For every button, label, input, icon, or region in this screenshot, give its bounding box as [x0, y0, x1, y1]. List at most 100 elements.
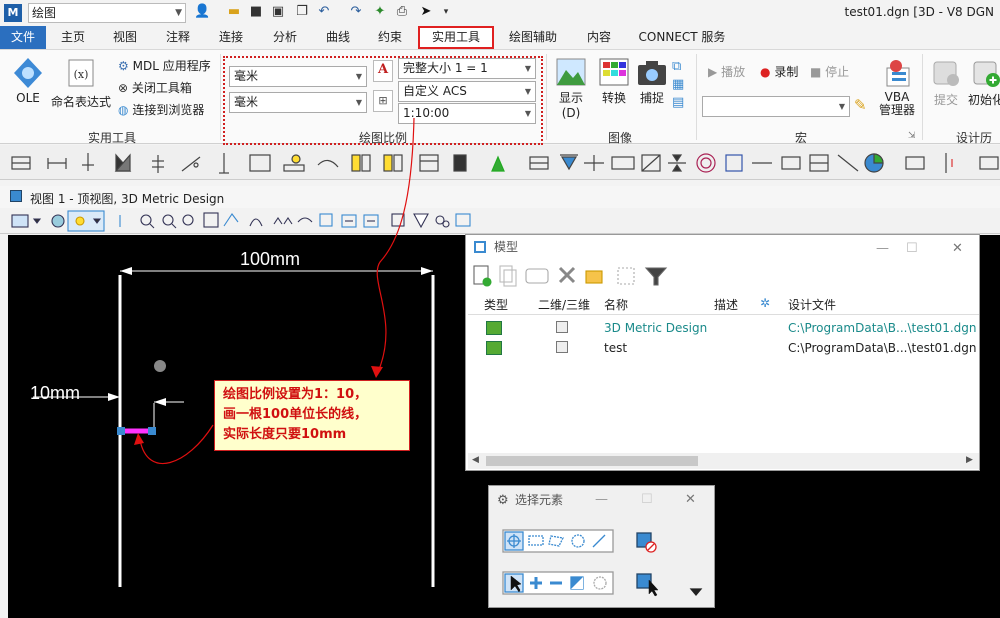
image-small-tools[interactable]: ⧉ ▦ ▤: [672, 58, 684, 112]
tab-analyze[interactable]: 分析: [262, 26, 308, 49]
globe-icon: ◍: [118, 103, 129, 117]
close-toolbox-button[interactable]: ⊗ 关闭工具箱: [118, 80, 192, 96]
scroll-thumb[interactable]: [486, 456, 698, 466]
scale-lock-icon[interactable]: ⊞: [373, 90, 393, 112]
stop-button[interactable]: ■ 停止: [810, 64, 849, 80]
save-all-icon[interactable]: ▣: [270, 4, 286, 20]
select-element-dialog: ⚙ 选择元素 — ☐ ✕: [488, 485, 715, 608]
select-tool-icon: ⚙: [497, 493, 509, 508]
model-file: C:\ProgramData\B...\test01.dgn: [788, 321, 977, 335]
close-button[interactable]: ✕: [952, 241, 963, 256]
macro-combo[interactable]: ▼: [702, 96, 850, 117]
chevron-down-icon: ▼: [175, 8, 182, 18]
tab-drawing-aids[interactable]: 绘图辅助: [500, 26, 566, 49]
open-folder-icon[interactable]: ▬: [226, 4, 242, 20]
text-scale-icon[interactable]: A: [373, 60, 393, 82]
display-image-button[interactable]: 显示(D): [550, 58, 592, 120]
select-tools[interactable]: [489, 514, 716, 609]
workspace-selector[interactable]: 绘图 ▼: [28, 3, 186, 23]
close-button[interactable]: ✕: [685, 492, 696, 507]
model-window-icon: [474, 241, 486, 253]
submit-button[interactable]: 提交: [928, 58, 964, 108]
view-tool-icons[interactable]: [0, 208, 480, 234]
chevron-down-icon: ▼: [355, 98, 362, 107]
scroll-right-icon[interactable]: ▶: [966, 455, 973, 465]
print-icon[interactable]: ⎙: [394, 4, 410, 20]
horizontal-scrollbar[interactable]: ◀ ▶: [468, 453, 979, 469]
model-name: test: [604, 341, 628, 355]
stop-icon: ■: [810, 65, 822, 79]
user-icon[interactable]: 👤: [194, 4, 210, 20]
customize-dropdown-icon[interactable]: ▾: [438, 4, 454, 20]
connect-browser-button[interactable]: ◍ 连接到浏览器: [118, 102, 204, 118]
capture-label: 捕捉: [639, 91, 664, 105]
col-design-file[interactable]: 设计文件: [788, 296, 836, 313]
table-row[interactable]: test C:\ProgramData\B...\test01.dgn: [468, 339, 979, 359]
init-label: 初始化: [967, 93, 1000, 107]
scale-fullsize-combo[interactable]: 完整大小 1 = 1 ▼: [398, 58, 536, 79]
tab-annotate[interactable]: 注释: [155, 26, 201, 49]
scale-ratio-combo[interactable]: 1:10:00 ▼: [398, 103, 536, 124]
tab-connect[interactable]: 连接: [208, 26, 254, 49]
play-button[interactable]: ▶ 播放: [708, 64, 745, 80]
window-title: test01.dgn [3D - V8 DGN: [844, 5, 994, 19]
acs-value: 自定义 ACS: [403, 84, 467, 98]
minimize-button[interactable]: —: [876, 241, 889, 256]
gear-icon: ⚙: [118, 59, 129, 73]
save-icon[interactable]: ■: [248, 4, 264, 20]
capture-image-button[interactable]: 捕捉: [636, 58, 668, 106]
unit-combo-2-value: 毫米: [234, 95, 259, 109]
vba-manager-button[interactable]: VBA 管理器: [876, 58, 918, 117]
model-file: C:\ProgramData\B...\test01.dgn: [788, 341, 977, 355]
col-settings-icon[interactable]: ✲: [760, 296, 770, 310]
scroll-left-icon[interactable]: ◀: [472, 455, 479, 465]
expression-icon: (x): [68, 59, 94, 87]
convert-image-button[interactable]: 转换: [598, 58, 630, 106]
note-line-3: 实际长度只要10mm: [223, 427, 347, 442]
tab-constraints[interactable]: 约束: [367, 26, 413, 49]
chevron-down-icon: ▼: [355, 72, 362, 81]
named-expression-button[interactable]: (x) 命名表达式: [50, 58, 112, 110]
unit-combo-1[interactable]: 毫米 ▼: [229, 66, 367, 87]
undo-icon[interactable]: ↶: [316, 4, 332, 20]
maximize-button[interactable]: ☐: [906, 241, 918, 256]
edit-pencil-icon[interactable]: ✎: [854, 96, 867, 114]
unit-combo-2[interactable]: 毫米 ▼: [229, 92, 367, 113]
table-row[interactable]: 3D Metric Design C:\ProgramData\B...\tes…: [468, 319, 979, 339]
vba-label-line2: 管理器: [878, 103, 915, 117]
col-2d3d[interactable]: 二维/三维: [538, 296, 590, 313]
tab-curves[interactable]: 曲线: [315, 26, 361, 49]
view-toolbar: [0, 208, 1000, 234]
maximize-button[interactable]: ☐: [641, 492, 653, 507]
init-button[interactable]: 初始化: [966, 58, 1000, 108]
col-type[interactable]: 类型: [484, 296, 508, 313]
ole-button[interactable]: OLE: [8, 56, 48, 105]
col-name[interactable]: 名称: [604, 296, 628, 313]
tab-connect-services[interactable]: CONNECT 服务: [634, 26, 730, 49]
copy-icon[interactable]: ❐: [294, 4, 310, 20]
model-toolbar-icons[interactable]: [466, 261, 979, 291]
tab-content[interactable]: 内容: [576, 26, 622, 49]
pin-icon[interactable]: ✦: [372, 4, 388, 20]
tab-file[interactable]: 文件: [0, 26, 46, 49]
tab-home[interactable]: 主页: [50, 26, 96, 49]
acs-combo[interactable]: 自定义 ACS ▼: [398, 81, 536, 102]
chevron-down-icon: ▼: [524, 64, 531, 73]
record-button[interactable]: ● 录制: [760, 64, 798, 80]
note-line-1: 绘图比例设置为1：10，: [223, 387, 368, 402]
redo-icon[interactable]: ↷: [348, 4, 364, 20]
tab-utilities[interactable]: 实用工具: [418, 26, 494, 49]
submit-icon: [933, 61, 959, 86]
dialog-launcher-icon[interactable]: ⇲: [908, 131, 916, 141]
cube-icon: [556, 321, 568, 333]
tab-view[interactable]: 视图: [102, 26, 148, 49]
minimize-button[interactable]: —: [595, 492, 608, 507]
pointer-icon[interactable]: ➤: [418, 4, 434, 20]
col-description[interactable]: 描述: [714, 296, 738, 313]
ole-label: OLE: [16, 91, 40, 105]
init-icon: [973, 61, 1000, 87]
dimension-label-100: 100mm: [240, 249, 301, 269]
mdl-app-button[interactable]: ⚙ MDL 应用程序: [118, 58, 211, 74]
view-window-header: 视图 1 - 顶视图, 3D Metric Design: [0, 186, 1000, 208]
vba-label-line1: VBA: [884, 90, 910, 104]
